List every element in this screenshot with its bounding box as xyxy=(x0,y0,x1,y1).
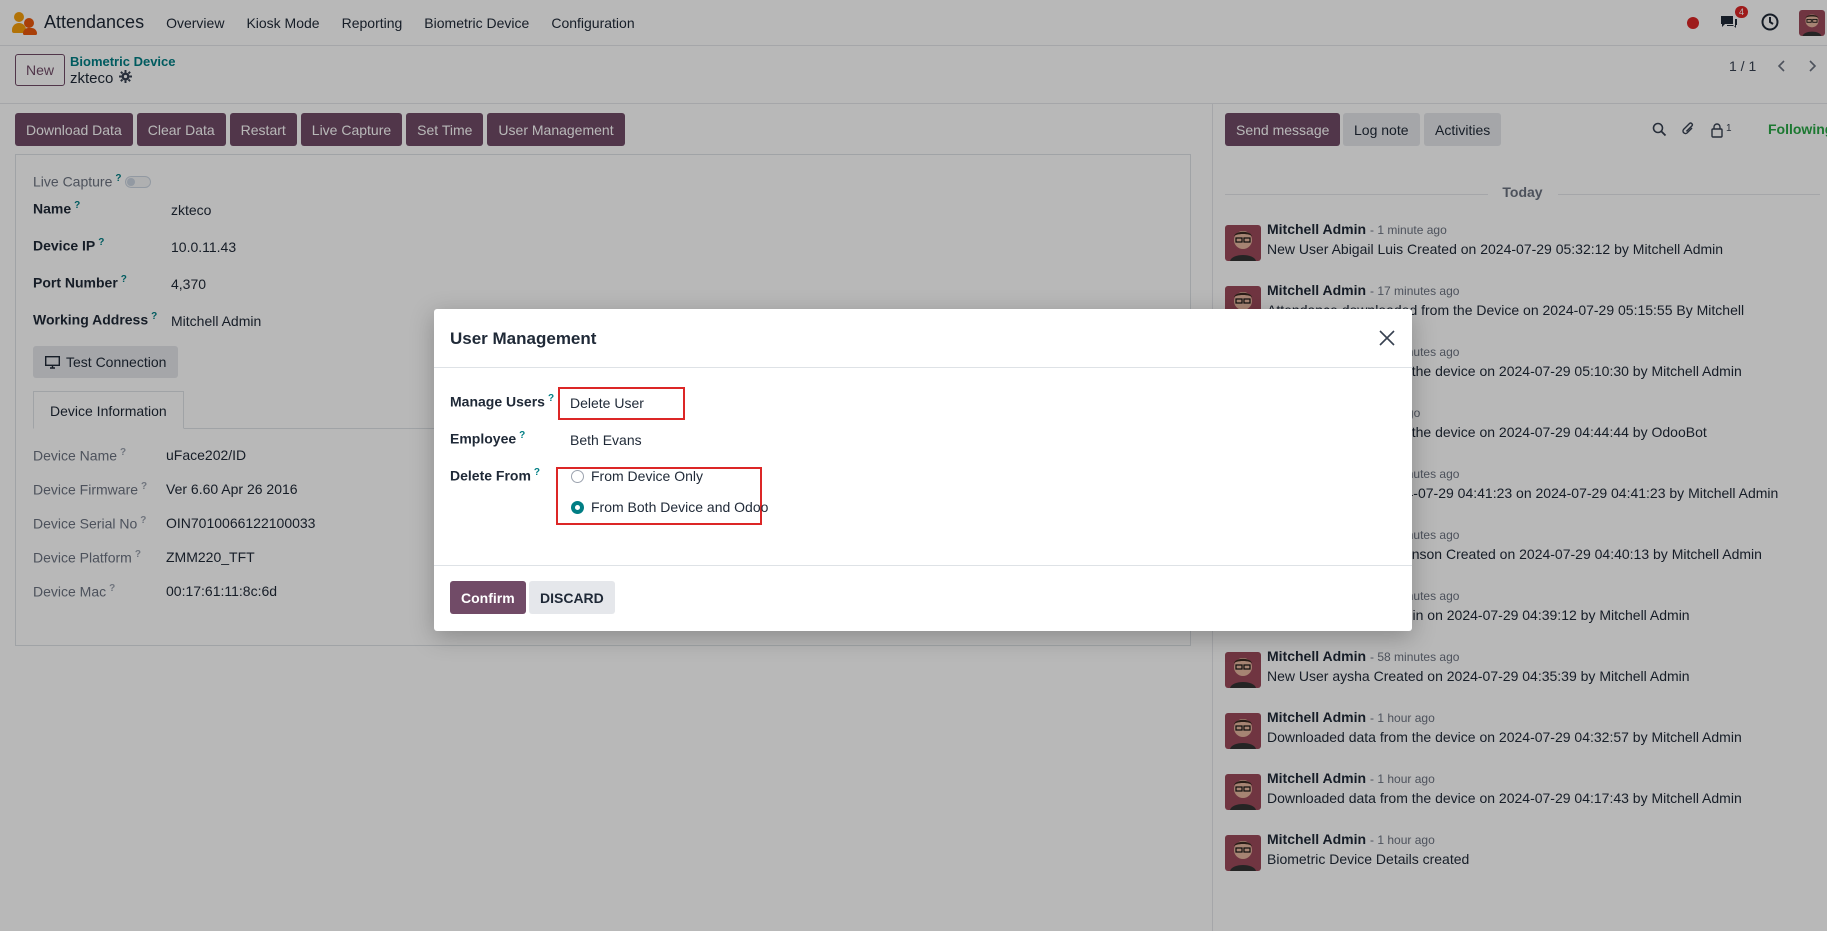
dialog-footer: Confirm DISCARD xyxy=(434,565,1412,631)
user-management-dialog: User Management Manage Users? Delete Use… xyxy=(434,309,1412,631)
radio-from-device-only[interactable]: From Device Only xyxy=(571,468,703,484)
employee-label: Employee? xyxy=(450,430,526,447)
discard-button[interactable]: DISCARD xyxy=(529,581,615,614)
option-device-only-label: From Device Only xyxy=(591,468,704,484)
delete-from-label: Delete From? xyxy=(450,467,541,484)
radio-checked-icon xyxy=(571,501,584,514)
radio-unchecked-icon xyxy=(571,470,584,483)
close-icon[interactable] xyxy=(1378,329,1396,347)
dialog-header: User Management xyxy=(434,309,1412,368)
radio-from-both[interactable]: From Both Device and Odoo xyxy=(571,499,768,515)
option-both-label: From Both Device and Odoo xyxy=(591,499,769,515)
manage-users-label: Manage Users? xyxy=(450,393,555,410)
employee-field[interactable]: Beth Evans xyxy=(570,432,642,448)
manage-users-select[interactable]: Delete User xyxy=(570,395,644,411)
dialog-title: User Management xyxy=(450,329,597,348)
confirm-button[interactable]: Confirm xyxy=(450,581,526,614)
